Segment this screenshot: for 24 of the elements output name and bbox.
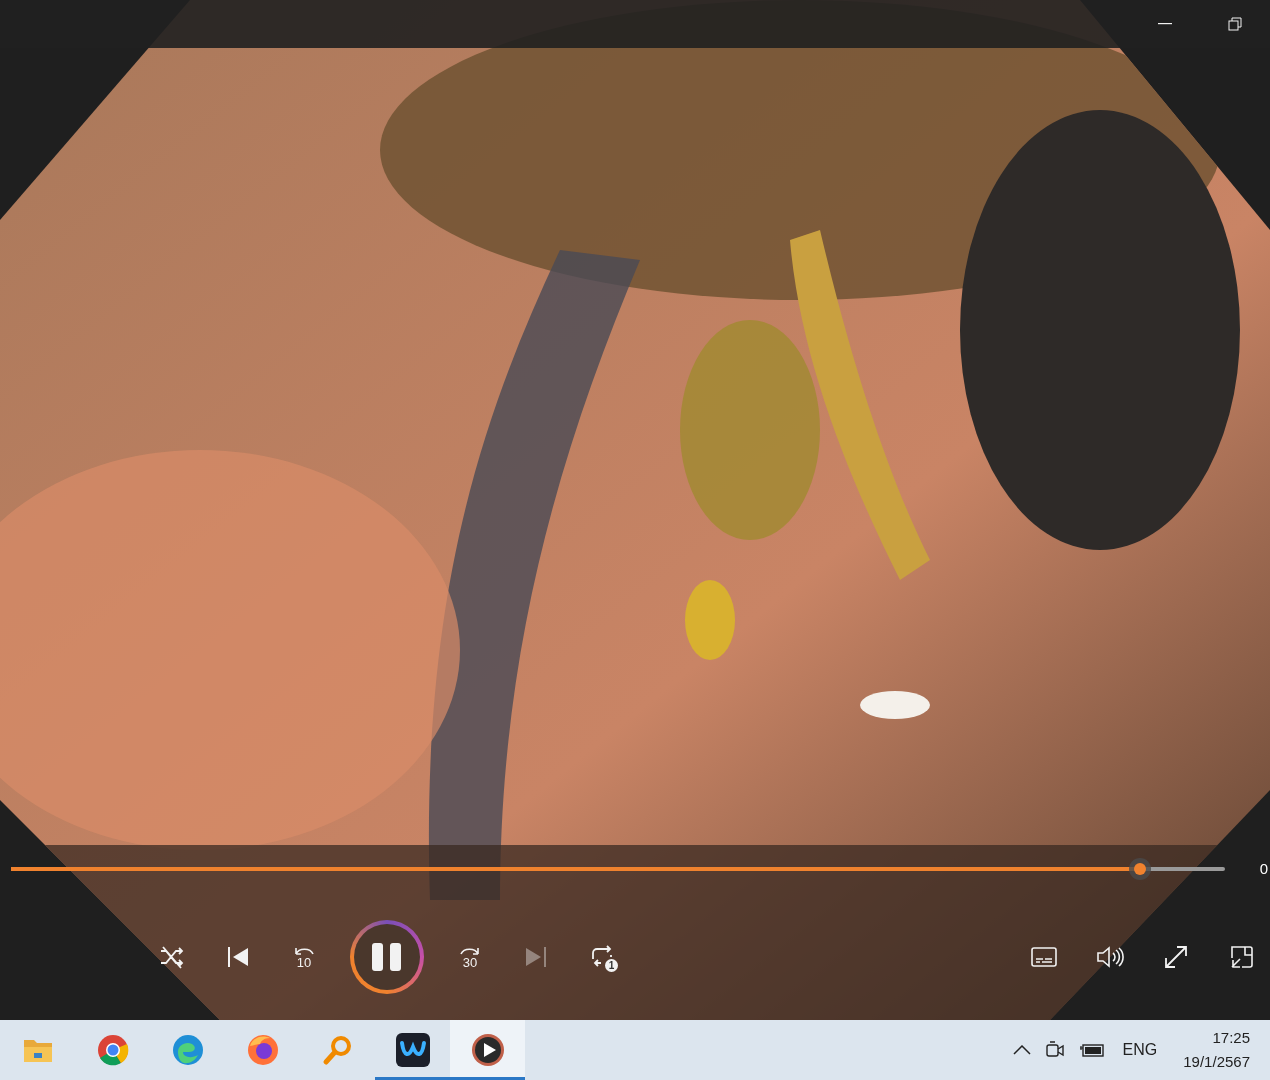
mini-player-icon bbox=[1229, 943, 1255, 970]
magnifier-icon bbox=[321, 1034, 354, 1066]
repeat-button[interactable]: 1 bbox=[582, 936, 622, 977]
subtitles-icon bbox=[1031, 945, 1057, 968]
previous-icon bbox=[226, 944, 250, 969]
expand-icon bbox=[1163, 943, 1189, 970]
restore-icon bbox=[1228, 17, 1242, 31]
browser-icon bbox=[96, 1034, 129, 1066]
taskbar-app[interactable] bbox=[450, 1020, 525, 1080]
next-icon bbox=[524, 944, 548, 969]
browser-icon bbox=[246, 1034, 279, 1066]
browser-icon bbox=[171, 1034, 204, 1066]
volume-icon bbox=[1096, 944, 1124, 969]
minimize-icon bbox=[1158, 23, 1172, 25]
language-indicator[interactable]: ENG bbox=[1122, 1038, 1158, 1062]
forward-button[interactable]: 30 bbox=[450, 936, 490, 977]
play-circle-icon bbox=[470, 1033, 505, 1067]
pause-icon bbox=[370, 941, 404, 972]
app-tile-icon bbox=[395, 1033, 430, 1067]
chevron-up-icon[interactable] bbox=[1012, 1045, 1031, 1055]
rewind-button[interactable]: 10 bbox=[284, 936, 324, 977]
clock[interactable]: 17:25 19/1/2567 bbox=[1183, 1026, 1250, 1074]
time-label: 0 bbox=[1259, 858, 1269, 879]
battery-icon[interactable] bbox=[1078, 1042, 1105, 1058]
